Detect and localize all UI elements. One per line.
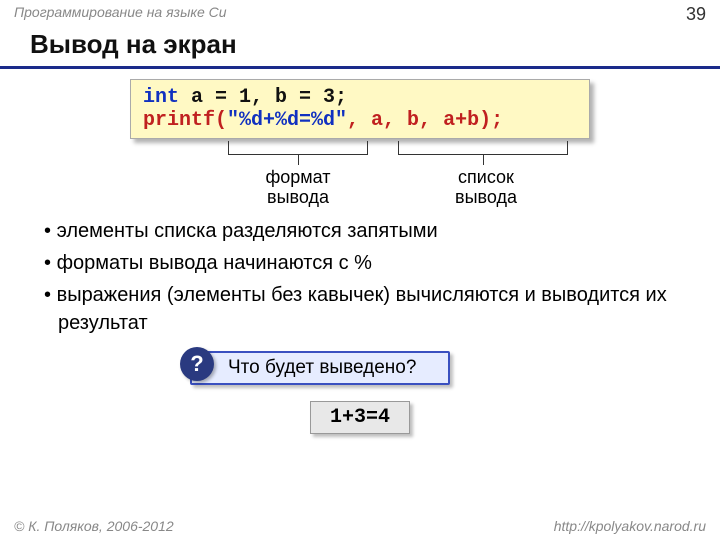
code-line1: a = 1, b = 3;: [179, 86, 347, 109]
copyright: © К. Поляков, 2006-2012: [14, 518, 174, 534]
printf-args: , a, b, a+b);: [347, 109, 503, 132]
footer-url: http://kpolyakov.narod.ru: [554, 518, 706, 534]
bullet-item: элементы списка разделяются запятыми: [30, 217, 700, 245]
bullet-item: выражения (элементы без кавычек) вычисля…: [30, 281, 700, 337]
bracket-format: [228, 141, 368, 155]
bullet-list: элементы списка разделяются запятыми фор…: [30, 217, 700, 337]
question-box: ? Что будет выведено?: [190, 351, 450, 385]
fn-printf: printf(: [143, 109, 227, 132]
format-string: "%d+%d=%d": [227, 109, 347, 132]
keyword-int: int: [143, 86, 179, 109]
bracket-list: [398, 141, 568, 155]
header-strip: Программирование на языке Си 39: [0, 0, 720, 27]
question-mark-icon: ?: [180, 347, 214, 381]
annotation-area: форматвывода списоквывода: [130, 139, 590, 211]
slide-title: Вывод на экран: [0, 27, 720, 69]
code-box: int a = 1, b = 3; printf("%d+%d=%d", a, …: [130, 79, 590, 139]
bullet-item: форматы вывода начинаются с %: [30, 249, 700, 277]
label-format: форматвывода: [238, 167, 358, 207]
question-text: Что будет выведено?: [228, 357, 416, 378]
label-list: списоквывода: [426, 167, 546, 207]
footer: © К. Поляков, 2006-2012 http://kpolyakov…: [0, 518, 720, 534]
course-label: Программирование на языке Си: [14, 4, 227, 25]
page-number: 39: [686, 4, 706, 25]
result-box: 1+3=4: [310, 401, 410, 434]
